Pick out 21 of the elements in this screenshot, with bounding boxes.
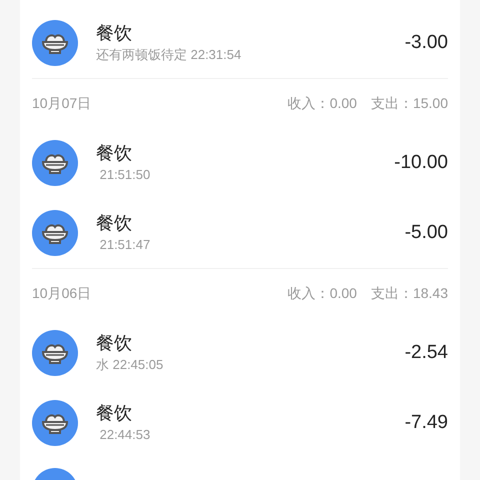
record-detail: 21:51:47	[98, 236, 152, 254]
category-label: 餐饮	[96, 332, 133, 356]
amount: -5.00	[404, 220, 448, 245]
income-total: 收入：0.00	[288, 284, 357, 303]
amount: -3.00	[404, 30, 448, 55]
date-label: 10月06日	[32, 284, 92, 303]
category-label: 餐饮	[96, 212, 133, 236]
expense-total: 支出：18.43	[370, 284, 448, 303]
amount: -10.00	[394, 150, 448, 175]
record-detail: 水 22:45:05	[96, 356, 164, 374]
amount: -7.49	[404, 410, 448, 435]
category-label: 餐饮	[96, 22, 133, 46]
record-detail: 21:51:50	[98, 166, 152, 184]
record-detail: 还有两顿饭待定 22:31:54	[96, 46, 242, 64]
category-label: 餐饮	[96, 402, 133, 426]
record-detail: 22:44:53	[98, 426, 152, 444]
expense-total: 支出：15.00	[370, 94, 448, 113]
amount: -2.54	[404, 340, 448, 365]
date-label: 10月07日	[32, 94, 92, 113]
income-total: 收入：0.00	[288, 94, 357, 113]
category-label: 餐饮	[96, 142, 133, 166]
